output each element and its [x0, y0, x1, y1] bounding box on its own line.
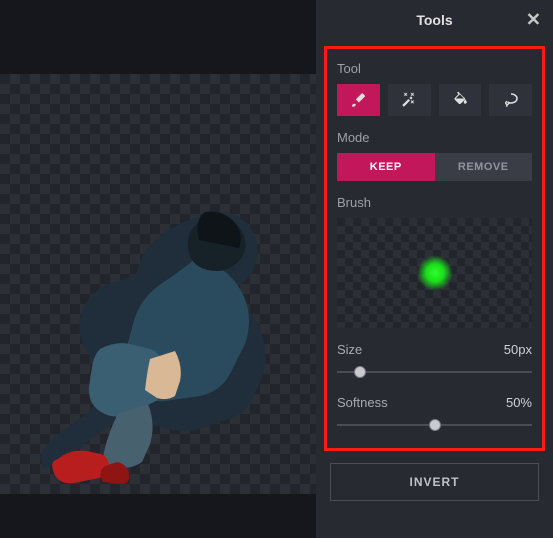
- close-icon[interactable]: ✕: [526, 10, 541, 31]
- softness-label: Softness: [337, 395, 388, 410]
- brush-label: Brush: [337, 195, 532, 210]
- mode-keep-button[interactable]: KEEP: [337, 153, 435, 181]
- mode-row: KEEP REMOVE: [337, 153, 532, 181]
- cutout-subject: [40, 204, 300, 484]
- tools-panel: Tools ✕ Tool Mode KEEP REMOVE Brush: [316, 0, 553, 538]
- softness-value: 50%: [506, 395, 532, 410]
- panel-header: Tools ✕: [316, 0, 553, 40]
- slider-thumb[interactable]: [429, 419, 441, 431]
- mode-label: Mode: [337, 130, 532, 145]
- softness-slider[interactable]: [337, 416, 532, 434]
- wand-tool-button[interactable]: [388, 84, 431, 116]
- bucket-icon: [451, 91, 469, 109]
- transparency-checker: [0, 74, 316, 494]
- tool-row: [337, 84, 532, 116]
- panel-title: Tools: [416, 12, 452, 28]
- brush-cursor-preview: [417, 255, 453, 291]
- invert-button[interactable]: INVERT: [330, 463, 539, 501]
- canvas-area[interactable]: [0, 0, 316, 538]
- lasso-icon: [502, 91, 520, 109]
- brush-tool-button[interactable]: [337, 84, 380, 116]
- bucket-tool-button[interactable]: [439, 84, 482, 116]
- size-row: Size 50px: [337, 342, 532, 357]
- slider-thumb[interactable]: [354, 366, 366, 378]
- size-label: Size: [337, 342, 362, 357]
- brush-preview: [337, 218, 532, 328]
- mode-remove-button[interactable]: REMOVE: [435, 153, 533, 181]
- size-value: 50px: [504, 342, 532, 357]
- tool-label: Tool: [337, 61, 532, 76]
- softness-row: Softness 50%: [337, 395, 532, 410]
- size-slider[interactable]: [337, 363, 532, 381]
- brush-icon: [349, 91, 367, 109]
- lasso-tool-button[interactable]: [489, 84, 532, 116]
- wand-icon: [400, 91, 418, 109]
- highlighted-section: Tool Mode KEEP REMOVE Brush Size: [324, 46, 545, 451]
